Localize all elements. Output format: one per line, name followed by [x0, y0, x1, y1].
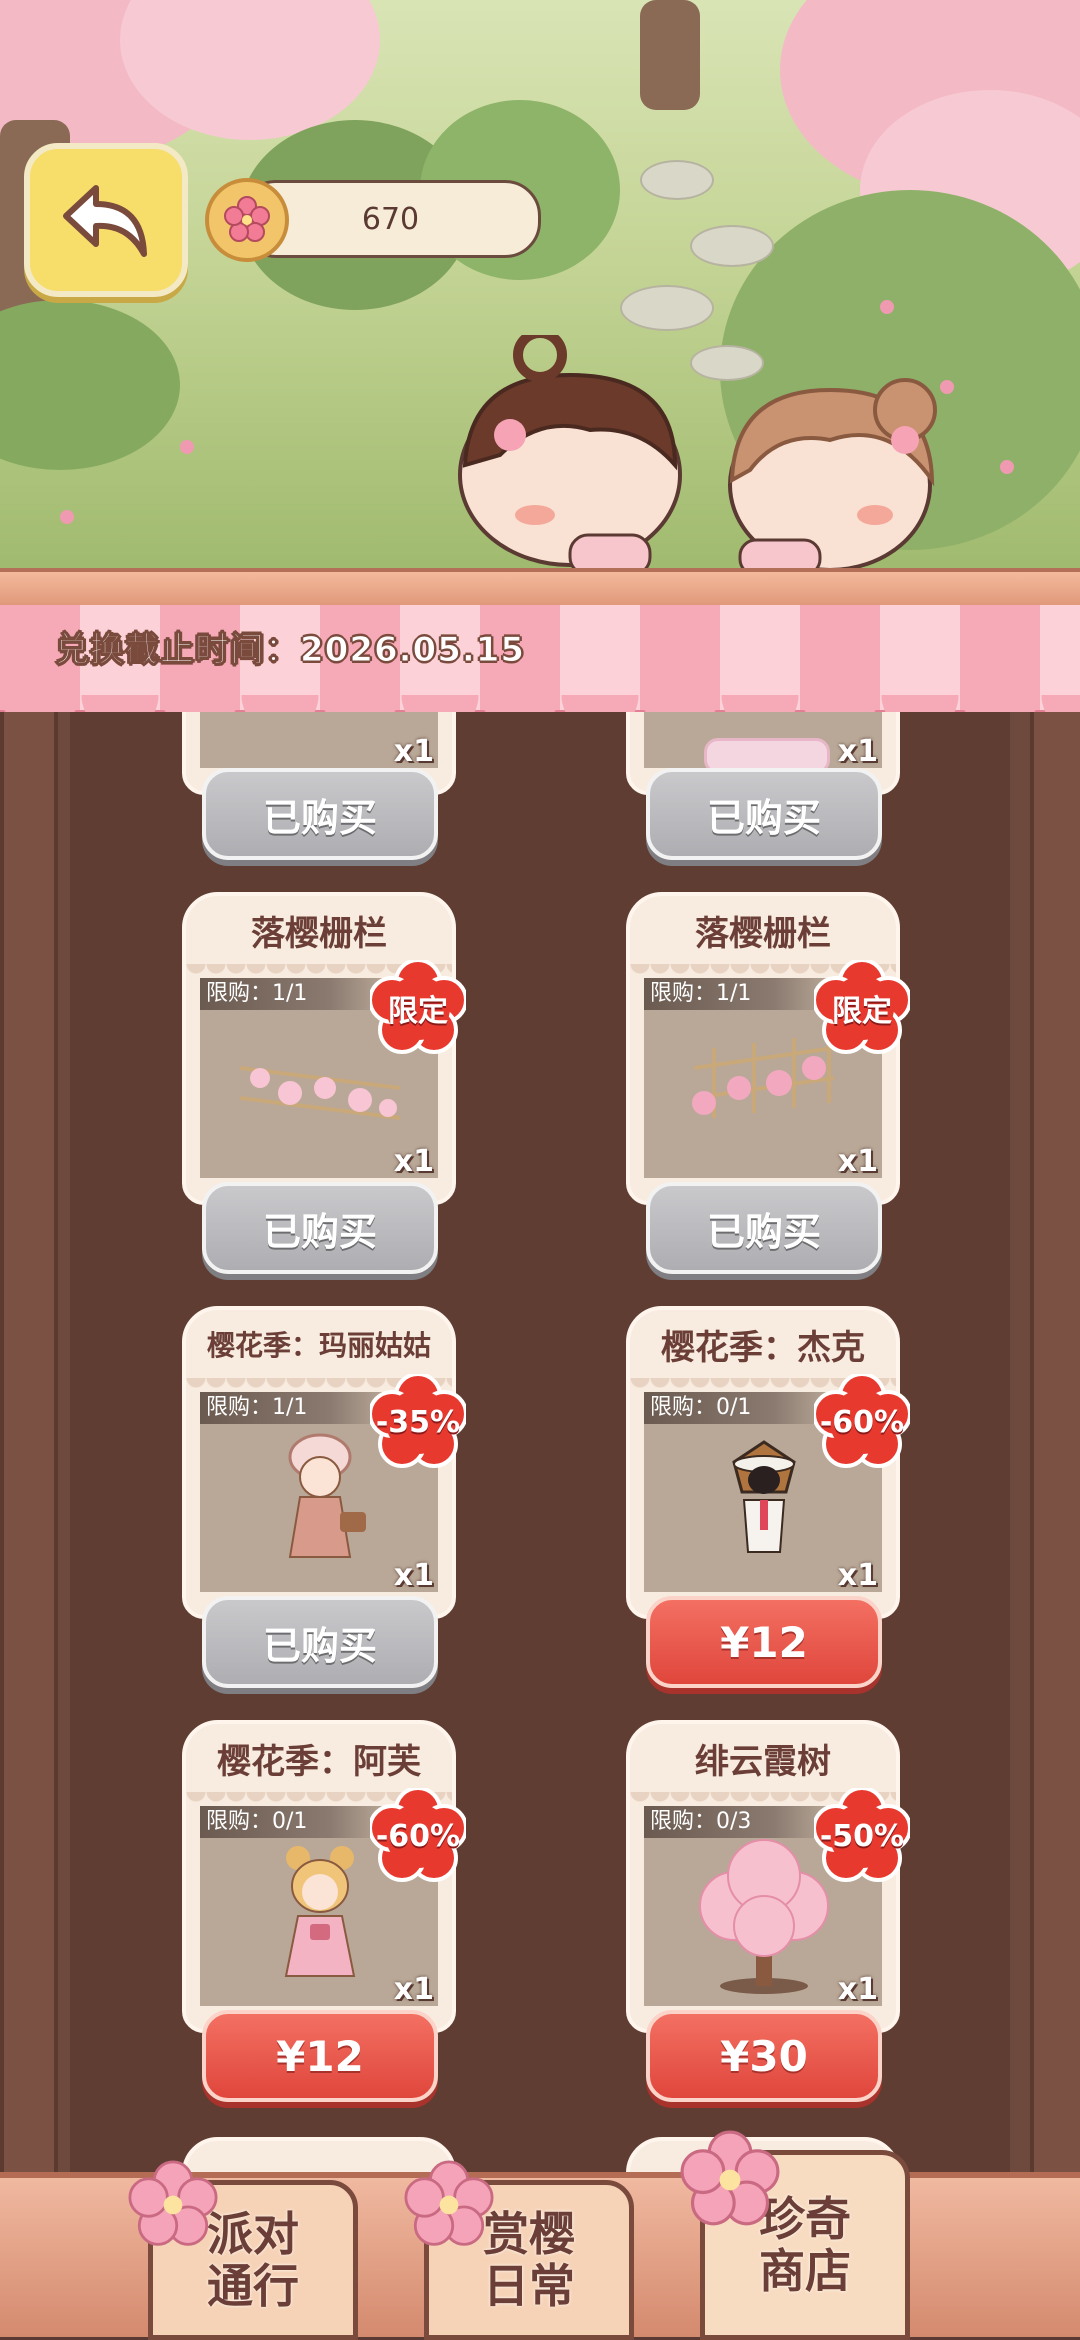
- item-quantity: x1: [393, 1972, 434, 2007]
- item-quantity: x1: [837, 734, 878, 769]
- sakura-tree-image: [699, 1839, 829, 1994]
- jack-outfit-image: [732, 1440, 796, 1553]
- purchase-limit: 限购：1/1: [200, 978, 386, 1010]
- discount-badge: -50%: [814, 1788, 910, 1884]
- back-button[interactable]: [24, 143, 188, 297]
- item-title: 樱花季：杰克: [661, 1328, 865, 1368]
- discount-badge: -60%: [814, 1374, 910, 1470]
- purchased-button[interactable]: 已购买: [202, 1596, 438, 1688]
- boy-character: [458, 335, 682, 575]
- sakura-flower-icon: [128, 2160, 218, 2246]
- buy-button[interactable]: ¥12: [202, 2010, 438, 2102]
- sakura-flower-icon: [680, 2130, 780, 2226]
- back-arrow-icon: [63, 185, 147, 257]
- afu-outfit-image: [284, 1846, 356, 1977]
- purchase-limit: 限购：0/1: [644, 1392, 830, 1424]
- purchased-button[interactable]: 已购买: [202, 768, 438, 860]
- item-quantity: x1: [837, 1144, 878, 1179]
- garden-scene: 670: [0, 0, 1080, 575]
- item-title: 落樱栅栏: [695, 914, 831, 954]
- item-quantity: x1: [393, 1558, 434, 1593]
- limited-badge: 限定: [814, 960, 910, 1056]
- right-pillar: [1030, 712, 1080, 2172]
- purchase-limit: 限购：1/1: [644, 978, 830, 1010]
- sakura-coin-icon: [205, 178, 289, 262]
- purchase-limit: 限购：0/1: [200, 1806, 386, 1838]
- buy-button[interactable]: ¥12: [646, 1596, 882, 1688]
- purchased-button[interactable]: 已购买: [202, 1182, 438, 1274]
- item-quantity: x1: [837, 1972, 878, 2007]
- exchange-deadline: 兑换截止时间：2026.05.15: [54, 630, 526, 671]
- purchase-limit: 限购：1/1: [200, 1392, 386, 1424]
- discount-badge: -60%: [370, 1788, 466, 1884]
- item-quantity: x1: [837, 1558, 878, 1593]
- girl-character: [728, 378, 937, 575]
- buy-button[interactable]: ¥30: [646, 2010, 882, 2102]
- item-title: 樱花季：玛丽姑姑: [206, 1329, 431, 1362]
- item-title: 樱花季：阿芙: [217, 1742, 421, 1782]
- item-title: 落樱栅栏: [251, 914, 387, 954]
- aunt-mary-outfit-image: [288, 1433, 366, 1558]
- item-quantity: x1: [393, 1144, 434, 1179]
- item-quantity: x1: [393, 734, 434, 769]
- shop-item-list[interactable]: x1 已购买 x1 已购买 落樱栅栏 限购：1/1 x1 限定 已购买 落樱栅栏: [70, 712, 1010, 2172]
- discount-badge: -35%: [370, 1374, 466, 1470]
- sakura-flower-icon: [404, 2160, 494, 2246]
- left-pillar: [0, 712, 58, 2172]
- coin-amount: 670: [361, 201, 420, 237]
- limited-badge: 限定: [370, 960, 466, 1056]
- purchase-limit: 限购：0/3: [644, 1806, 830, 1838]
- purchased-button[interactable]: 已购买: [646, 1182, 882, 1274]
- item-title: 绯云霞树: [695, 1742, 831, 1782]
- purchased-button[interactable]: 已购买: [646, 768, 882, 860]
